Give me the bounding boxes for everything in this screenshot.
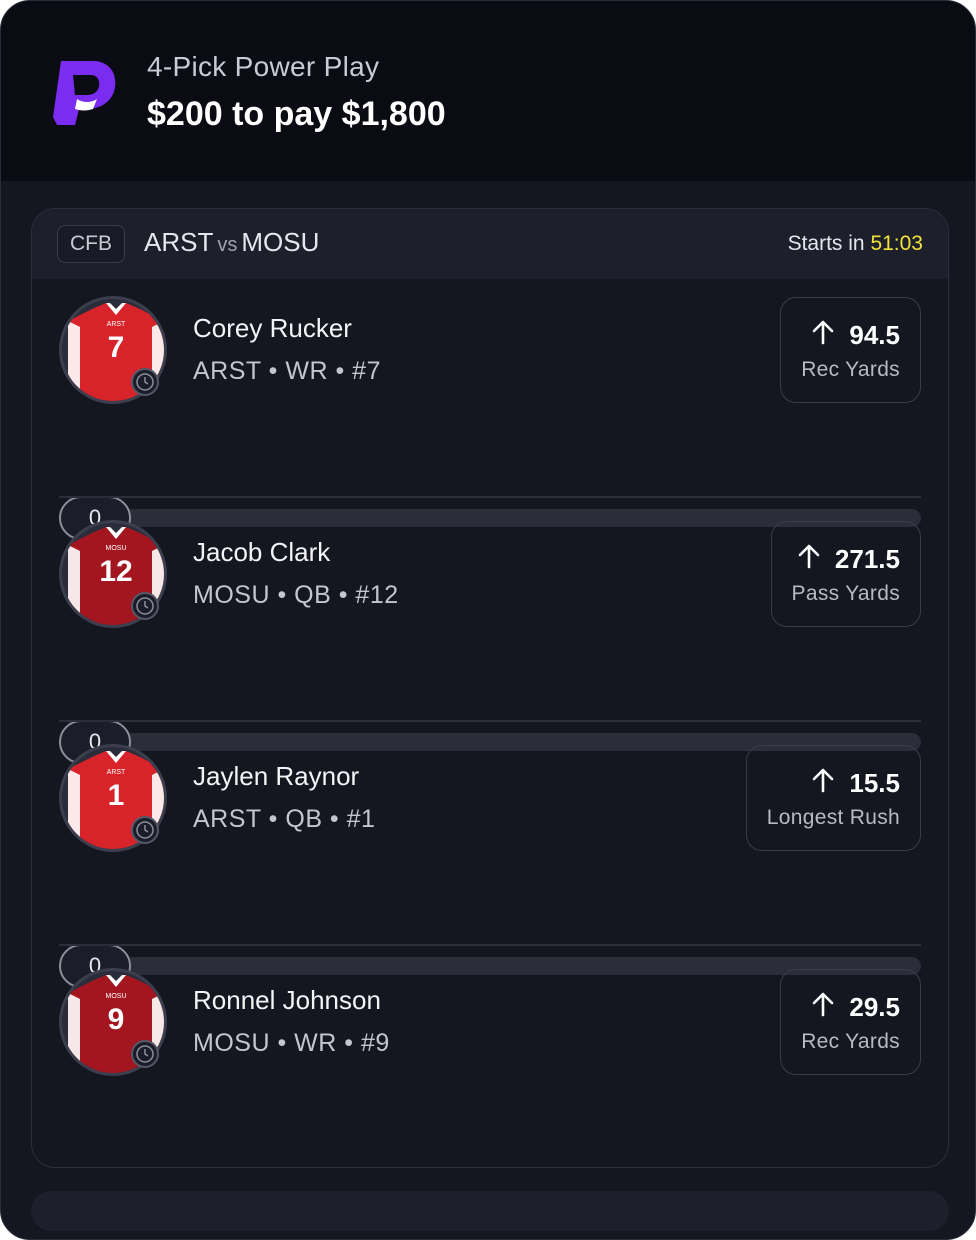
projection-line: 94.5 [849, 319, 900, 350]
svg-text:12: 12 [99, 555, 132, 588]
projection-value: 15.5 [811, 767, 900, 800]
svg-text:MOSU: MOSU [106, 545, 127, 552]
player-info: MOSU • WR • #9 [193, 1029, 390, 1057]
svg-text:7: 7 [108, 331, 125, 364]
player-info: ARST • WR • #7 [193, 357, 381, 385]
pick-row[interactable]: MOSU 9 Ronnel Johnson MOSU • WR • #9 29.… [32, 951, 948, 1167]
projection-stat: Pass Yards [791, 581, 900, 605]
projection-box[interactable]: 271.5 Pass Yards [770, 521, 921, 627]
projection-box[interactable]: 29.5 Rec Yards [780, 969, 921, 1075]
projection-value: 29.5 [811, 991, 900, 1024]
svg-text:1: 1 [108, 779, 125, 812]
player-name: Jaylen Raynor [193, 761, 360, 791]
svg-text:9: 9 [108, 1003, 125, 1036]
screen: 4-Pick Power Play $200 to pay $1,800 CFB… [0, 0, 976, 1240]
pick-row[interactable]: ARST 1 Jaylen Raynor ARST • QB • #1 15.5… [32, 727, 948, 988]
projection-line: 15.5 [849, 767, 900, 798]
entry-payout: $200 to pay $1,800 [147, 95, 446, 133]
svg-text:MOSU: MOSU [106, 993, 127, 1000]
starts-label: Starts in [787, 232, 865, 255]
player-info: MOSU • QB • #12 [193, 581, 399, 609]
pick-divider [59, 496, 921, 498]
pick-divider [59, 720, 921, 722]
entry-type: 4-Pick Power Play [147, 51, 380, 82]
projection-line: 271.5 [834, 543, 900, 574]
entry-header: 4-Pick Power Play $200 to pay $1,800 [1, 1, 975, 181]
projection-value: 271.5 [797, 543, 900, 576]
projection-box[interactable]: 15.5 Longest Rush [745, 745, 921, 851]
prizepicks-logo-icon [53, 61, 116, 125]
player-info: ARST • QB • #1 [193, 805, 376, 833]
svg-text:ARST: ARST [107, 321, 126, 328]
projection-stat: Rec Yards [801, 1029, 900, 1053]
projection-value: 94.5 [811, 319, 900, 352]
projection-line: 29.5 [849, 991, 900, 1022]
clock-icon [131, 592, 159, 620]
up-arrow-icon [797, 543, 821, 576]
projection-stat: Longest Rush [766, 805, 900, 829]
projection-stat: Rec Yards [801, 357, 900, 381]
pick-divider [59, 944, 921, 946]
up-arrow-icon [811, 991, 835, 1024]
svg-text:ARST: ARST [107, 769, 126, 776]
start-countdown: Starts in 51:03 [788, 232, 923, 256]
game-header: CFB ARST vs MOSU Starts in 51:03 [32, 209, 948, 279]
projection-box[interactable]: 94.5 Rec Yards [780, 297, 921, 403]
vs-label: vs [217, 234, 238, 256]
next-section-edge [31, 1191, 949, 1231]
team-a: ARST [144, 227, 214, 257]
clock-icon [131, 1040, 159, 1068]
player-name: Ronnel Johnson [193, 985, 381, 1015]
player-name: Jacob Clark [193, 537, 331, 567]
pick-row[interactable]: MOSU 12 Jacob Clark MOSU • QB • #12 271.… [32, 503, 948, 764]
up-arrow-icon [811, 767, 835, 800]
matchup: ARST vs MOSU [144, 227, 319, 258]
team-b: MOSU [241, 227, 320, 257]
starts-time: 51:03 [870, 232, 923, 255]
pick-row[interactable]: ARST 7 Corey Rucker ARST • WR • #7 94.5 … [32, 279, 948, 540]
up-arrow-icon [811, 319, 835, 352]
entry-card: 4-Pick Power Play $200 to pay $1,800 CFB… [0, 0, 976, 1240]
clock-icon [131, 816, 159, 844]
clock-icon [131, 368, 159, 396]
player-name: Corey Rucker [193, 313, 352, 343]
league-badge: CFB [57, 225, 125, 263]
game-section: CFB ARSTvsMOSU Starts in 51:03 ARST 7 [31, 208, 949, 1168]
